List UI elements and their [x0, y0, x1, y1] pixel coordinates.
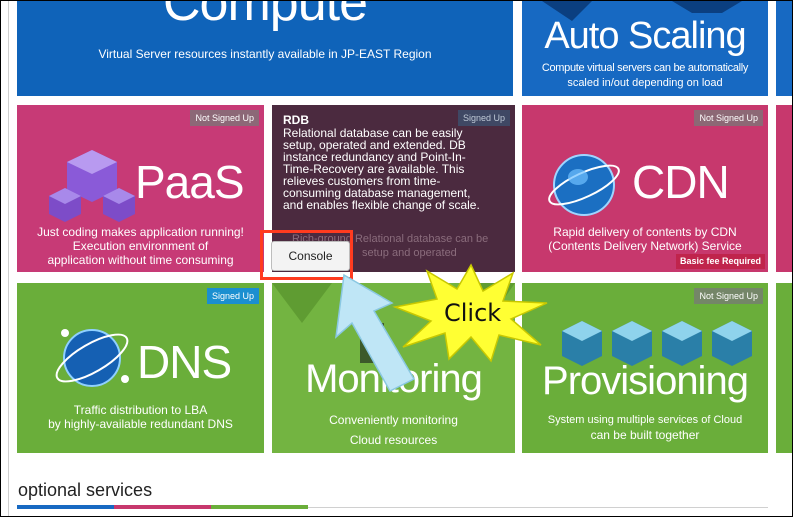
provisioning-title: Provisioning [542, 359, 749, 403]
accent-bar-green [211, 505, 308, 509]
cdn-desc-2: (Contents Delivery Network) Service [548, 239, 742, 253]
tile-cdn[interactable]: Not Signed Up CDN Rapid delivery of cont… [522, 105, 768, 272]
globe-icon [548, 154, 620, 216]
rdb-heading: RDB [283, 113, 309, 127]
accent-bar-blue [17, 505, 114, 509]
tile-compute[interactable]: Compute Virtual Server resources instant… [17, 1, 513, 96]
dns-status-badge: Signed Up [206, 288, 259, 304]
cdn-desc-1: Rapid delivery of contents by CDN [553, 225, 737, 239]
tile-edge-right-top [776, 1, 792, 96]
paas-desc-3: application without time consuming [47, 253, 234, 267]
tile-provisioning[interactable]: Not Signed Up Provisioning System using … [522, 283, 768, 453]
monitoring-desc-2: Cloud resources [349, 433, 438, 447]
dns-globe-icon [55, 329, 129, 387]
click-callout-label: Click [444, 299, 502, 327]
tile-autoscaling[interactable]: Auto Scaling Compute virtual servers can… [522, 1, 768, 96]
autoscaling-title: Auto Scaling [544, 15, 746, 57]
monitoring-desc-1: Conveniently monitoring [329, 413, 458, 427]
paas-desc-2: Execution environment of [72, 239, 209, 253]
paas-title: PaaS [135, 156, 245, 208]
page-frame: Compute Virtual Server resources instant… [0, 0, 793, 517]
dns-desc-2: by highly-available redundant DNS [48, 417, 233, 431]
optional-services-heading: optional services [18, 480, 153, 500]
dns-title: DNS [137, 336, 232, 388]
compute-description: Virtual Server resources instantly avail… [98, 47, 432, 61]
cdn-fee-badge: Basic fee Required [675, 254, 765, 269]
compute-title: Compute [163, 1, 368, 32]
console-button[interactable]: Console [271, 241, 350, 271]
cdn-status-badge: Not Signed Up [694, 110, 763, 126]
paas-desc-1: Just coding makes application running! [37, 225, 244, 239]
dns-desc-1: Traffic distribution to LBA [73, 403, 208, 417]
rdb-description: Relational database can be easily setup,… [283, 127, 480, 212]
left-divider [8, 1, 9, 516]
tile-dns[interactable]: Signed Up DNS Traffic distribution to LB… [17, 283, 264, 453]
rdb-background-text-2: setup and operated [362, 247, 457, 259]
cdn-title: CDN [632, 156, 730, 208]
paas-status-badge: Not Signed Up [190, 110, 259, 126]
accent-bar-gray [308, 507, 768, 508]
rdb-status-badge: Signed Up [457, 110, 510, 126]
autoscaling-desc-2: scaled in/out depending on load [567, 77, 723, 89]
tile-edge-right-mid [776, 105, 792, 272]
accent-bar-pink [114, 505, 211, 509]
autoscaling-desc-1: Compute virtual servers can be automatic… [541, 62, 749, 74]
paas-cubes-icon [49, 150, 135, 222]
tile-paas[interactable]: Not Signed Up PaaS Just coding makes app… [17, 105, 264, 272]
provisioning-desc-2: can be built together [590, 428, 700, 442]
provisioning-status-badge: Not Signed Up [694, 288, 763, 304]
provisioning-desc-1: System using multiple services of Cloud [547, 414, 743, 426]
tile-edge-right-bottom [776, 283, 792, 453]
